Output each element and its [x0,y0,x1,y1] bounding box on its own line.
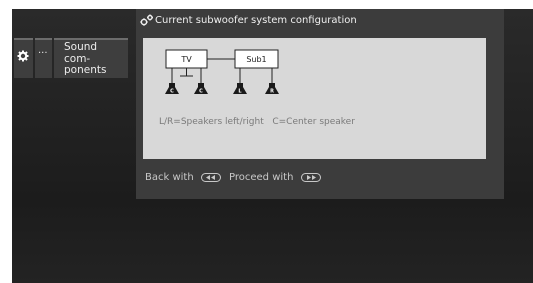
back-label: Back with [145,172,194,183]
speaker-left: L [233,83,247,95]
speaker-center-2: C [194,83,208,95]
tv-box: TV [165,49,208,69]
menu-item-sound-components-label: Sound com-ponents [64,41,107,76]
rewind-button-icon [200,172,221,182]
configuration-panel: TV Sub1 C C L R L/R=Speakers left/right … [143,38,486,159]
sub1-connections [239,68,273,83]
subwoofer-config-dialog: Current subwoofer system configuration T… [136,9,504,199]
proceed-hint[interactable]: Proceed with [229,172,321,183]
svg-text:R: R [270,89,274,95]
dialog-title: Current subwoofer system configuration [155,15,357,26]
svg-text:C: C [199,89,203,95]
sub1-box: Sub1 [234,49,279,69]
menu-item-more-label: ... [38,45,48,56]
fast-forward-button-icon [300,172,321,182]
speaker-right: R [265,83,279,95]
menu-item-settings[interactable] [14,38,33,78]
sub1-label: Sub1 [246,55,266,64]
menu-item-sound-components[interactable]: Sound com-ponents [54,38,128,78]
tv-screen: ... Sound com-ponents Current subwoofer … [12,9,533,283]
speaker-center-1: C [165,83,179,95]
tv-connections [171,68,202,83]
gear-icon [17,50,29,62]
back-hint[interactable]: Back with [145,172,221,183]
svg-text:C: C [170,89,174,95]
tv-label: TV [180,55,192,64]
settings-icon [140,14,153,26]
speaker-legend: L/R=Speakers left/right C=Center speaker [159,117,355,127]
speaker-diagram: TV Sub1 C C L R [165,49,279,95]
proceed-label: Proceed with [229,172,294,183]
menu-item-more[interactable]: ... [35,38,52,78]
dialog-header: Current subwoofer system configuration [136,11,504,31]
